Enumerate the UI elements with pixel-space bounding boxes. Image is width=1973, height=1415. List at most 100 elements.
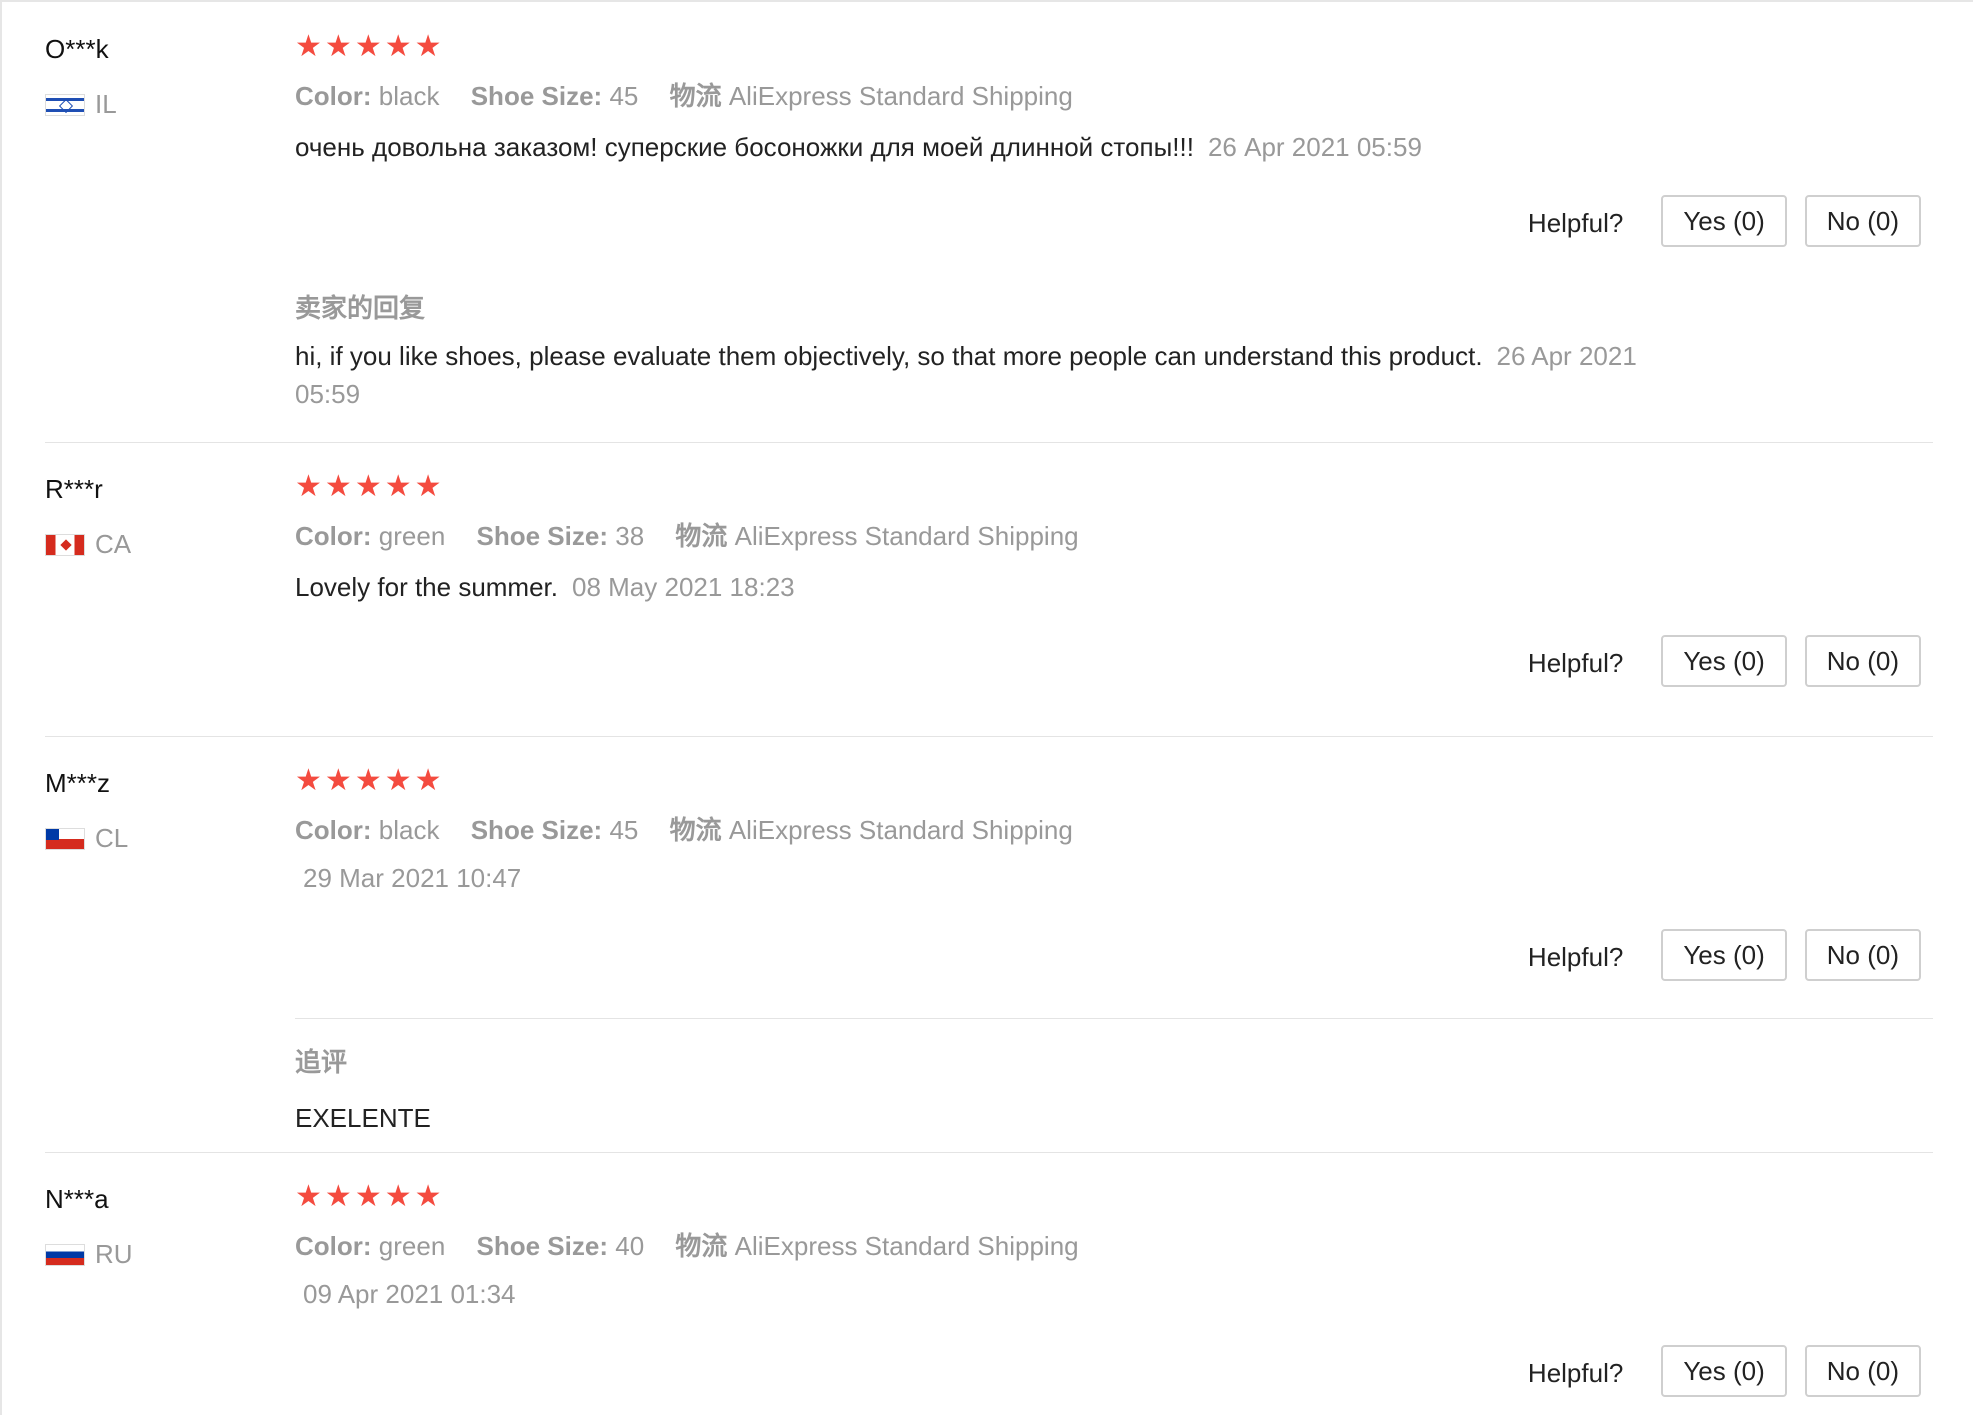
star-icon: ★: [295, 30, 322, 63]
helpful-label: Helpful?: [1527, 647, 1624, 678]
followup-text: EXELENTE: [295, 1103, 431, 1133]
review-date: 29 Mar 2021 10:47: [303, 863, 522, 893]
star-icon: ★: [354, 470, 382, 503]
color-label: Color:: [295, 815, 372, 845]
star-rating: ★ ★ ★ ★ ★: [295, 764, 1933, 798]
reviewer-name: M***z: [45, 768, 111, 798]
shipping-value: AliExpress Standard Shipping: [728, 81, 1073, 111]
reviewer-country: CA: [45, 529, 245, 560]
helpful-label: Helpful?: [1527, 207, 1624, 238]
review-date: 09 Apr 2021 01:34: [303, 1279, 516, 1309]
helpful-no-button[interactable]: No (0): [1804, 635, 1921, 687]
review-content: ★ ★ ★ ★ ★ Color: black Shoe Size: 45 物流 AliE…: [295, 764, 1933, 894]
star-rating: ★ ★ ★ ★ ★: [295, 470, 1933, 504]
reviewer-country: RU: [45, 1239, 245, 1270]
russia-flag-icon: [45, 1243, 85, 1266]
star-icon: ★: [354, 764, 382, 797]
logistics-label: 物流: [675, 521, 728, 551]
review-divider: [45, 442, 1933, 443]
followup-title: 追评: [295, 1047, 348, 1077]
reviewer-info: M***z CL: [45, 764, 245, 854]
star-icon: ★: [324, 764, 352, 797]
star-icon: ★: [324, 1180, 352, 1213]
size-value: 38: [615, 521, 645, 551]
size-label: Shoe Size:: [470, 81, 603, 111]
size-value: 45: [609, 81, 639, 111]
helpful-label: Helpful?: [1527, 1357, 1624, 1388]
size-label: Shoe Size:: [476, 521, 608, 551]
review-text: Lovely for the summer. 08 May 2021 18:23: [295, 569, 1933, 605]
seller-reply: 卖家的回复 hi, if you like shoes, please eval…: [295, 288, 1933, 413]
helpful-yes-button[interactable]: Yes (0): [1661, 195, 1787, 247]
shipping-value: AliExpress Standard Shipping: [734, 521, 1079, 551]
shipping-value: AliExpress Standard Shipping: [734, 1231, 1079, 1261]
followup-review: 追评 EXELENTE: [295, 1042, 1933, 1137]
star-icon: ★: [384, 470, 412, 503]
order-attributes: Color: black Shoe Size: 45 物流 AliExpress…: [295, 76, 1933, 113]
helpful-no-button[interactable]: No (0): [1804, 929, 1921, 981]
seller-reply-body: hi, if you like shoes, please evaluate t…: [295, 341, 1483, 371]
reviewer-name: N***a: [45, 1184, 109, 1214]
helpful-label: Helpful?: [1527, 941, 1624, 972]
color-value: black: [378, 815, 440, 845]
star-icon: ★: [414, 764, 442, 797]
size-value: 40: [615, 1231, 645, 1261]
reviewer-info: N***a RU: [45, 1180, 245, 1270]
star-icon: ★: [414, 1180, 442, 1213]
reviewer-info: O***k IL: [45, 30, 245, 120]
color-value: green: [378, 1231, 446, 1261]
country-code: RU: [95, 1239, 133, 1269]
review-content: ★ ★ ★ ★ ★ Color: green Shoe Size: 40 物流 AliE…: [295, 1180, 1933, 1310]
order-attributes: Color: black Shoe Size: 45 物流 AliExpress…: [295, 810, 1933, 847]
helpful-yes-button[interactable]: Yes (0): [1661, 1345, 1787, 1397]
logistics-label: 物流: [669, 81, 722, 111]
review-divider: [45, 1152, 1933, 1153]
chile-flag-icon: [45, 827, 85, 850]
helpful-vote: Helpful? Yes (0) No (0): [1528, 195, 1921, 247]
country-code: IL: [95, 89, 117, 119]
reviewer-name: O***k: [45, 34, 109, 64]
star-icon: ★: [384, 30, 412, 63]
star-icon: ★: [295, 470, 322, 503]
color-label: Color:: [295, 521, 372, 551]
canada-flag-icon: [45, 533, 85, 556]
review-date: 08 May 2021 18:23: [572, 572, 795, 602]
helpful-yes-button[interactable]: Yes (0): [1661, 635, 1787, 687]
color-label: Color:: [295, 1231, 372, 1261]
country-code: CA: [95, 529, 132, 559]
country-code: CL: [95, 823, 129, 853]
size-label: Shoe Size:: [476, 1231, 608, 1261]
star-icon: ★: [414, 30, 442, 63]
star-icon: ★: [324, 30, 352, 63]
reviewer-country: CL: [45, 823, 245, 854]
color-value: green: [378, 521, 446, 551]
star-icon: ★: [414, 470, 442, 503]
helpful-no-button[interactable]: No (0): [1804, 195, 1921, 247]
israel-flag-icon: [45, 93, 85, 116]
star-rating: ★ ★ ★ ★ ★: [295, 30, 1933, 64]
helpful-yes-button[interactable]: Yes (0): [1661, 929, 1787, 981]
review-text: очень довольна заказом! суперские босоно…: [295, 129, 1933, 165]
star-icon: ★: [384, 1180, 412, 1213]
reviewer-info: R***r CA: [45, 470, 245, 560]
review-content: ★ ★ ★ ★ ★ Color: black Shoe Size: 45 物流 AliE…: [295, 30, 1933, 165]
helpful-vote: Helpful? Yes (0) No (0): [1528, 635, 1921, 687]
review-body: очень довольна заказом! суперские босоно…: [295, 132, 1194, 162]
order-attributes: Color: green Shoe Size: 38 物流 AliExpress…: [295, 516, 1933, 553]
color-label: Color:: [295, 81, 372, 111]
helpful-vote: Helpful? Yes (0) No (0): [1528, 929, 1921, 981]
review-body: Lovely for the summer.: [295, 572, 558, 602]
order-attributes: Color: green Shoe Size: 40 物流 AliExpress…: [295, 1226, 1933, 1263]
helpful-no-button[interactable]: No (0): [1804, 1345, 1921, 1397]
size-label: Shoe Size:: [470, 815, 603, 845]
star-icon: ★: [324, 470, 352, 503]
helpful-vote: Helpful? Yes (0) No (0): [1528, 1345, 1921, 1397]
reviewer-name: R***r: [45, 474, 103, 504]
reviewer-country: IL: [45, 89, 245, 120]
followup-divider: [295, 1018, 1933, 1019]
review-divider: [45, 736, 1933, 737]
review-content: ★ ★ ★ ★ ★ Color: green Shoe Size: 38 物流 AliE…: [295, 470, 1933, 605]
seller-reply-title: 卖家的回复: [295, 293, 426, 323]
shipping-value: AliExpress Standard Shipping: [728, 815, 1073, 845]
star-icon: ★: [384, 764, 412, 797]
